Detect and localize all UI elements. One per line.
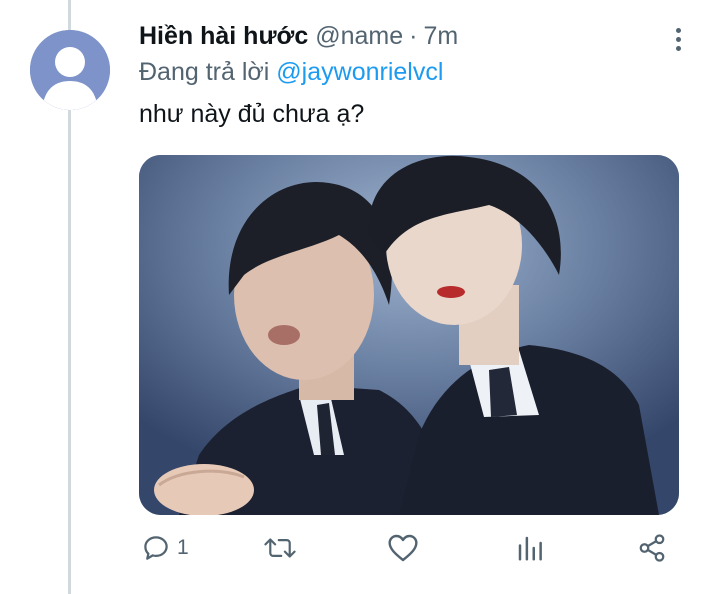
user-handle[interactable]: @name <box>315 22 403 51</box>
like-button[interactable] <box>387 528 419 568</box>
tweet-header: Hiền hài hước @name · 7m <box>139 22 458 56</box>
more-dot-icon <box>675 36 681 42</box>
heart-icon <box>388 534 418 562</box>
separator-dot: · <box>409 22 418 50</box>
avatar[interactable] <box>30 30 110 110</box>
tweet-text: như này đủ chưa ạ? <box>139 100 365 128</box>
default-avatar-icon <box>30 30 110 110</box>
share-button[interactable] <box>637 528 667 568</box>
tweet-media-photo[interactable] <box>139 155 679 515</box>
analytics-button[interactable] <box>516 528 544 568</box>
more-dot-icon <box>675 27 681 33</box>
replying-to-line: Đang trả lời @jaywonrielvcl <box>139 58 443 87</box>
share-icon <box>639 534 665 562</box>
more-dot-icon <box>675 45 681 51</box>
more-options-button[interactable] <box>668 22 688 56</box>
photo-two-men-in-suits-icon <box>139 155 679 515</box>
reply-count: 1 <box>177 536 189 559</box>
replying-to-label: Đang trả lời <box>139 58 270 86</box>
retweet-icon <box>264 538 296 558</box>
reply-button[interactable]: 1 <box>141 528 189 568</box>
tweet-action-bar: 1 <box>139 528 679 568</box>
display-name[interactable]: Hiền hài hước <box>139 22 308 51</box>
reply-icon <box>144 536 168 560</box>
analytics-icon <box>518 536 542 561</box>
retweet-button[interactable] <box>263 528 297 568</box>
timestamp[interactable]: 7m <box>424 22 459 51</box>
replying-to-mention[interactable]: @jaywonrielvcl <box>276 58 443 86</box>
